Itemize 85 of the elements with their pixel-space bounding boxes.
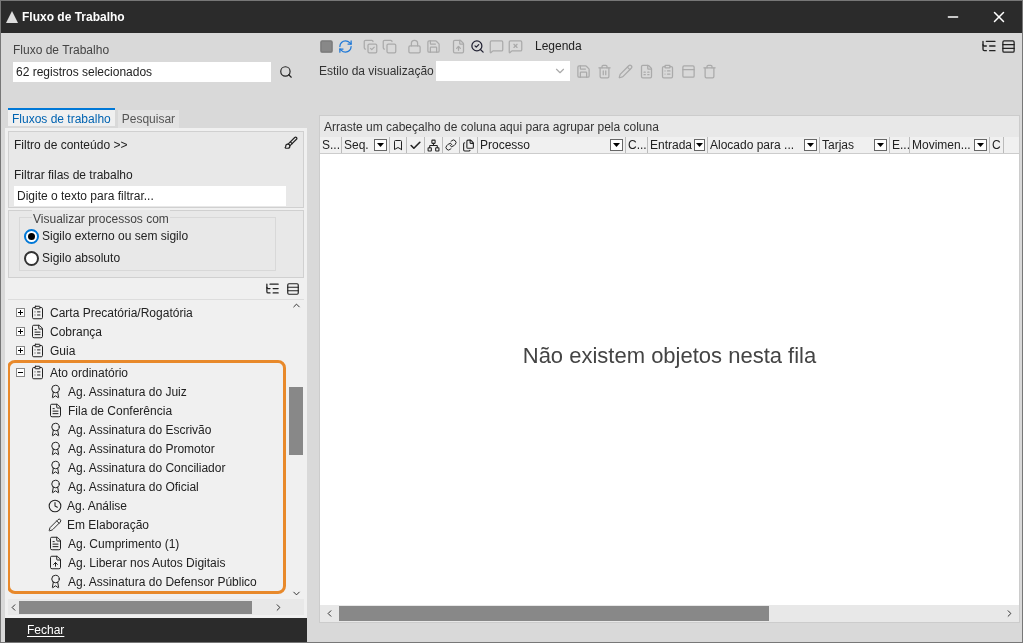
clipboard-icon[interactable]: [659, 63, 675, 79]
radio-button[interactable]: [24, 228, 39, 244]
tree-item[interactable]: Ag. Assinatura do Defensor Público: [10, 572, 283, 591]
column-header[interactable]: [460, 137, 478, 153]
horizontal-scrollbar[interactable]: [320, 605, 1019, 622]
tree-collapse-icon[interactable]: [286, 281, 300, 296]
group-panel: Arraste um cabeçalho de coluna aqui para agrupar pela coluna: [320, 116, 1019, 137]
workflow-field[interactable]: 62 registros selecionados: [13, 62, 271, 82]
tree-item[interactable]: Em Elaboração: [10, 515, 283, 534]
clock-icon: [48, 498, 62, 513]
filter-field[interactable]: Digite o texto para filtrar...: [14, 186, 286, 206]
column-header[interactable]: Entrada: [648, 137, 708, 153]
tree-item[interactable]: Cobrança: [10, 322, 283, 341]
clipboard-icon: [30, 305, 45, 320]
radio-button[interactable]: [24, 250, 39, 266]
tree-collapse-icon[interactable]: [1001, 38, 1016, 54]
legend-button[interactable]: Legenda: [535, 37, 582, 55]
column-header[interactable]: Processo: [478, 137, 626, 153]
refresh-icon[interactable]: [338, 38, 353, 54]
field-label: Filtrar filas de trabalho: [14, 167, 134, 184]
column-header[interactable]: Alocado para ...: [708, 137, 820, 153]
document-icon: [48, 403, 63, 418]
expand-toggle[interactable]: [16, 308, 25, 317]
column-header[interactable]: E...: [890, 137, 910, 153]
pages-icon: [462, 138, 475, 152]
tree-expand-icon[interactable]: [265, 281, 280, 296]
filter-dropdown-icon[interactable]: [374, 139, 387, 151]
horizontal-scrollbar[interactable]: [8, 599, 304, 615]
empty-message: Não existem objetos nesta fila: [522, 342, 817, 370]
scroll-thumb[interactable]: [19, 600, 252, 614]
filter-dropdown-icon[interactable]: [694, 139, 705, 151]
tree-item[interactable]: Ag. Análise: [10, 496, 283, 515]
pen-icon: [48, 517, 62, 532]
column-header[interactable]: [407, 137, 425, 153]
filter-dropdown-icon[interactable]: [974, 139, 987, 151]
hierarchy-icon: [427, 138, 440, 152]
tree-item[interactable]: Ag. Liberar nos Autos Digitais: [10, 553, 283, 572]
expand-toggle[interactable]: [16, 327, 25, 336]
tree-expand-icon[interactable]: [981, 38, 997, 54]
tree-item[interactable]: Ag. Assinatura do Oficial: [10, 477, 283, 496]
document-upload-icon: [48, 555, 63, 570]
clipboard-icon: [30, 365, 45, 380]
column-header[interactable]: C: [990, 137, 1004, 153]
filter-dropdown-icon[interactable]: [804, 139, 817, 151]
close-button[interactable]: Fechar: [27, 621, 65, 639]
column-header[interactable]: S...: [320, 137, 342, 153]
column-header[interactable]: Movimen...: [910, 137, 990, 153]
field-label: Estilo da visualização: [319, 63, 434, 80]
tree-item[interactable]: Ag. Assinatura do Escrivão: [10, 420, 283, 439]
column-header[interactable]: Seq.: [342, 137, 390, 153]
column-header[interactable]: [443, 137, 460, 153]
bookmark-icon: [392, 139, 404, 151]
tree-item[interactable]: Guia: [10, 341, 283, 360]
tree-item[interactable]: Ag. Assinatura do Conciliador: [10, 458, 283, 477]
field-label: Fluxo de Trabalho: [13, 42, 111, 59]
tree-item[interactable]: Fila de Conferência: [10, 401, 283, 420]
column-header[interactable]: C...: [626, 137, 648, 153]
document-icon: [48, 536, 63, 551]
check-copy-icon[interactable]: [363, 38, 378, 54]
tab[interactable]: Fluxos de trabalho: [8, 108, 115, 126]
window-title: Fluxo de Trabalho: [22, 9, 125, 26]
tree-item[interactable]: Ag. Cumprimento (1): [10, 534, 283, 553]
collapse-toggle[interactable]: [16, 368, 25, 377]
tab[interactable]: Pesquisar: [117, 110, 180, 128]
expand-toggle[interactable]: [16, 346, 25, 355]
link-icon: [445, 139, 457, 151]
radio-option[interactable]: Sigilo absoluto: [24, 250, 271, 266]
scroll-thumb[interactable]: [339, 606, 769, 621]
clipboard-icon: [30, 343, 45, 358]
check-icon: [409, 138, 422, 152]
column-header[interactable]: Tarjas: [820, 137, 890, 153]
radio-option[interactable]: Sigilo externo ou sem sigilo: [24, 228, 271, 244]
tree-item[interactable]: Carta Precatória/Rogatória: [10, 303, 283, 322]
column-header[interactable]: [425, 137, 443, 153]
app-logo-icon: [6, 11, 18, 23]
tree-item[interactable]: Ag. Assinatura do Juiz: [10, 382, 283, 401]
content-filter-link[interactable]: Filtro de conteúdo >>: [14, 136, 128, 154]
filter-dropdown-icon[interactable]: [610, 139, 623, 151]
tree-item[interactable]: Ag. Assinatura do Promotor: [10, 439, 283, 458]
document-icon: [30, 324, 45, 339]
tree-item[interactable]: Ato ordinatório: [10, 363, 283, 382]
group-title: Visualizar processos com: [32, 210, 170, 228]
scroll-thumb[interactable]: [289, 387, 303, 455]
search-icon[interactable]: [279, 65, 293, 79]
filter-dropdown-icon[interactable]: [874, 139, 887, 151]
